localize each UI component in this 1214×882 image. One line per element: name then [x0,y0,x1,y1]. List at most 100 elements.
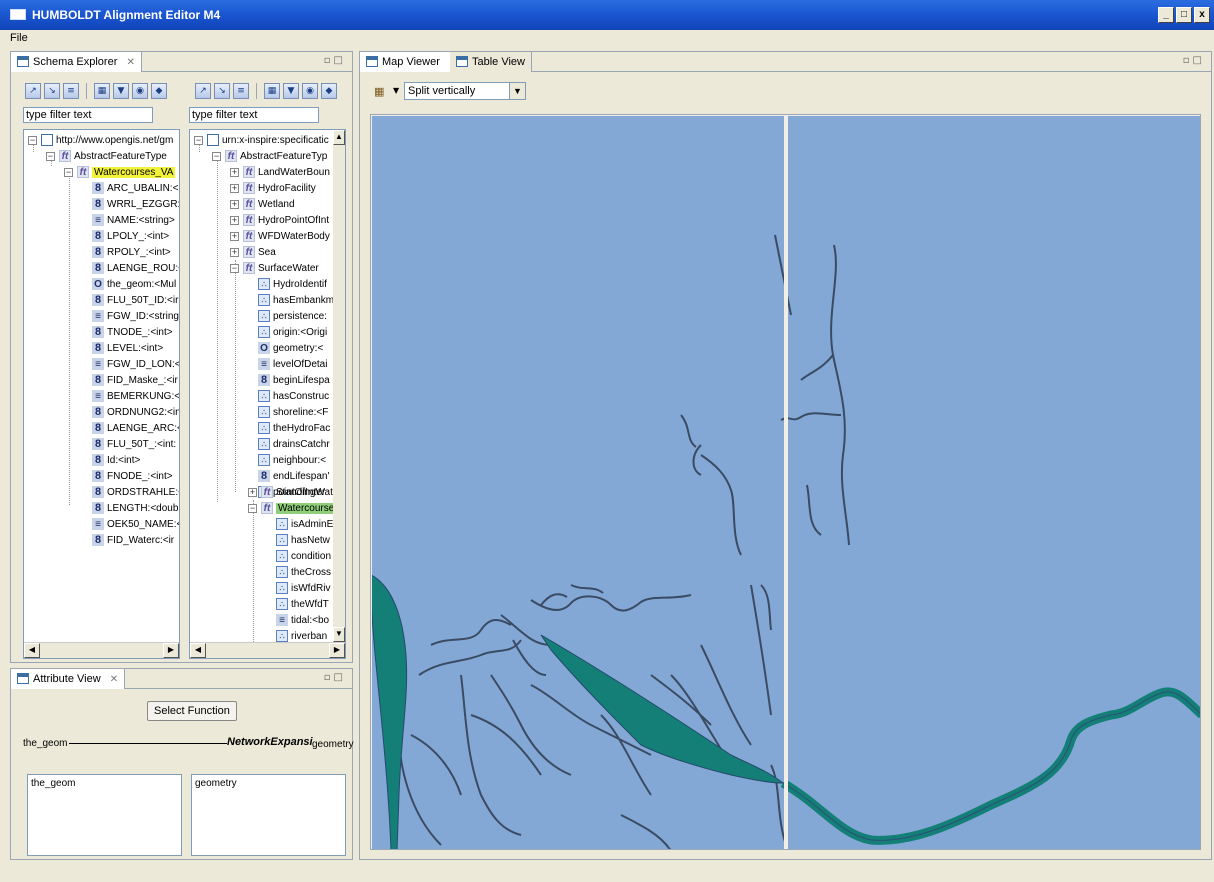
tree-item[interactable]: ∴ persistence: [258,308,327,324]
tree-item[interactable]: 8 RPOLY_:<int> [92,244,171,260]
tree-item[interactable]: + ft WFDWaterBody [230,228,330,244]
tree-item[interactable]: ∴ hasNetw [276,532,330,548]
tab-close-icon[interactable]: ✕ [126,57,134,68]
filter-geom-icon[interactable]: ◉ [302,83,318,99]
filter-props-icon[interactable]: ◆ [151,83,167,99]
expand-icon[interactable]: ↗ [25,83,41,99]
tree-item[interactable]: + ft HydroPointOfInt [230,212,329,228]
tab-table-view[interactable]: Table View [450,52,532,72]
minimize-maximize-icons[interactable]: ▫□ [324,55,346,66]
tree-item[interactable]: ≡ OEK50_NAME:< [92,516,179,532]
tree-abstract[interactable]: − ft AbstractFeatureType [46,148,167,164]
map-canvas[interactable] [370,114,1201,850]
tree-item[interactable]: 8 beginLifespa [258,372,330,388]
minimize-maximize-icons[interactable]: ▫□ [324,672,346,683]
tree-item[interactable]: ∴ hasEmbankm [258,292,334,308]
target-attribute-box[interactable]: geometry [191,774,346,856]
tree-standing-water[interactable]: + ft StandingWat [248,484,333,500]
tab-schema-explorer[interactable]: Schema Explorer ✕ [11,52,142,72]
scroll-right-icon[interactable]: ▶ [329,643,345,658]
map-drawing[interactable] [371,115,1201,850]
tab-attribute-view[interactable]: Attribute View ✕ [11,669,126,689]
scroll-up-icon[interactable]: ▲ [333,130,345,145]
tree-item[interactable]: 8 ORDSTRAHLE:< [92,484,179,500]
tree-item[interactable]: 8 FID_Waterc:<ir [92,532,174,548]
map-tool-icon[interactable]: ▦ [374,85,390,99]
tree-item[interactable]: ∴ origin:<Origi [258,324,327,340]
tree-item[interactable]: + ft HydroFacility [230,180,316,196]
tree-item[interactable]: ≡ FGW_ID:<string [92,308,179,324]
maximize-button[interactable]: □ [1176,7,1192,23]
tree-item[interactable]: 8 FID_Maske_:<ir [92,372,178,388]
horizontal-scrollbar[interactable]: ◀ ▶ [24,642,179,658]
select-function-button[interactable]: Select Function [147,701,237,721]
left-filter-input[interactable]: type filter text [23,107,153,123]
list-icon[interactable]: ≡ [63,83,79,99]
collapse-icon[interactable]: ↘ [44,83,60,99]
tab-close-icon[interactable]: ✕ [110,674,118,685]
tree-item[interactable]: 8 endLifespan' [258,468,329,484]
tree-item[interactable]: ∴ theCross [276,564,331,580]
tree-item[interactable]: ∴ condition [276,548,331,564]
source-attribute-box[interactable]: the_geom [27,774,182,856]
hierarchy-icon[interactable]: ▦ [264,83,280,99]
close-button[interactable]: x [1194,7,1210,23]
minimize-maximize-icons[interactable]: ▫□ [1183,55,1205,66]
filter-types-icon[interactable]: ▼ [113,83,129,99]
minimize-button[interactable]: _ [1158,7,1174,23]
chevron-down-icon[interactable]: ▼ [393,86,399,95]
filter-geom-icon[interactable]: ◉ [132,83,148,99]
scroll-down-icon[interactable]: ▼ [333,627,345,642]
tree-item[interactable]: ∴ theWfdT [276,596,329,612]
tree-item[interactable]: 8 WRRL_EZGGR:< [92,196,179,212]
tree-item[interactable]: 8 Id:<int> [92,452,140,468]
filter-types-icon[interactable]: ▼ [283,83,299,99]
tree-surface-water[interactable]: − ft SurfaceWater [230,260,319,276]
right-filter-input[interactable]: type filter text [189,107,319,123]
tree-feature-selected[interactable]: − ft Watercourses_VA [64,164,176,180]
tree-item[interactable]: 8 LEVEL:<int> [92,340,163,356]
menu-file[interactable]: File [10,32,28,44]
tree-item[interactable]: ∴ isWfdRiv [276,580,330,596]
tree-item[interactable]: 8 LENGTH:<doubl [92,500,179,516]
horizontal-scrollbar[interactable]: ◀ ▶ [190,642,345,658]
tree-item[interactable]: ∴ shoreline:<F [258,404,328,420]
tree-item[interactable]: 8 FLU_50T_:<int: [92,436,176,452]
tree-item[interactable]: 8 TNODE_:<int> [92,324,173,340]
tree-item[interactable]: 8 FLU_50T_ID:<ir [92,292,178,308]
expand-icon[interactable]: ↗ [195,83,211,99]
list-icon[interactable]: ≡ [233,83,249,99]
tree-item[interactable]: ≡ levelOfDetai [258,356,327,372]
tree-item[interactable]: ∴ HydroIdentif [258,276,327,292]
tree-item[interactable]: ≡ FGW_ID_LON:< [92,356,179,372]
tree-item[interactable]: ∴ neighbour:< [258,452,326,468]
split-mode-select[interactable]: Split vertically ▼ [404,82,526,100]
scroll-left-icon[interactable]: ◀ [24,643,40,658]
tree-item[interactable]: ∴ isAdminE [276,516,333,532]
tab-map-viewer[interactable]: Map Viewer ✕ [360,52,465,72]
tree-item[interactable]: + ft Wetland [230,196,295,212]
tree-item[interactable]: ≡ NAME:<string> [92,212,175,228]
tree-item[interactable]: 8 LAENGE_ARC:< [92,420,179,436]
tree-item[interactable]: + ft Sea [230,244,276,260]
tree-item[interactable]: ≡ tidal:<bo [276,612,329,628]
scroll-right-icon[interactable]: ▶ [163,643,179,658]
tree-item[interactable]: Ogeometry:< [258,340,323,356]
tree-item[interactable]: ∴ theHydroFac [258,420,330,436]
tree-item[interactable]: 8 ARC_UBALIN:<i [92,180,179,196]
tree-item[interactable]: 8 LAENGE_ROU:< [92,260,179,276]
tree-item[interactable]: 8 LPOLY_:<int> [92,228,169,244]
tree-item[interactable]: + ft LandWaterBoun [230,164,330,180]
hierarchy-icon[interactable]: ▦ [94,83,110,99]
collapse-icon[interactable]: ↘ [214,83,230,99]
tree-item[interactable]: 8 ORDNUNG2:<in [92,404,179,420]
tree-watercourse-selected[interactable]: − ft Watercourse [248,500,337,516]
tree-root[interactable]: − http://www.opengis.net/gm [28,132,173,148]
filter-props-icon[interactable]: ◆ [321,83,337,99]
tree-item[interactable]: ∴ hasConstruc [258,388,329,404]
tree-item[interactable]: ∴ drainsCatchr [258,436,330,452]
scroll-left-icon[interactable]: ◀ [190,643,206,658]
vertical-scrollbar[interactable]: ▲ ▼ [333,130,345,642]
tree-item[interactable]: 8 FNODE_:<int> [92,468,173,484]
tree-root[interactable]: − urn:x-inspire:specificatic [194,132,329,148]
